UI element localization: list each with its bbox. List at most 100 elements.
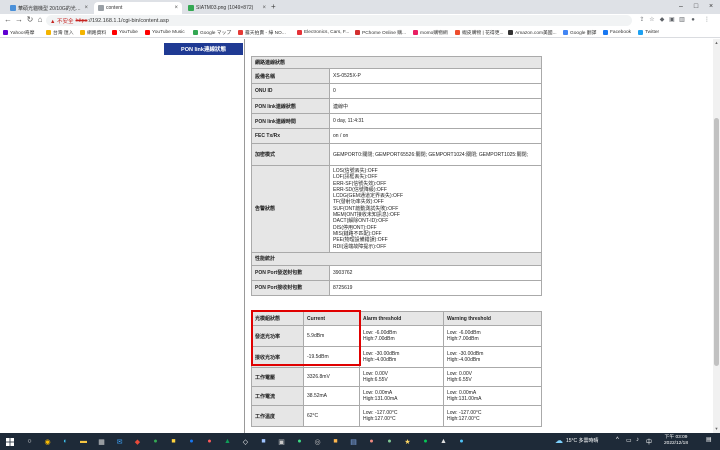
app-icon[interactable]: ● bbox=[150, 436, 161, 447]
bookmark-item[interactable]: 露天拍賣 - 綠 NO... bbox=[238, 28, 286, 37]
app-icon[interactable]: ★ bbox=[402, 436, 413, 447]
threshold-high: High:131.00mA bbox=[363, 396, 398, 402]
table-row: PON link連線時間 0 day, 11:4:31 bbox=[251, 113, 542, 129]
close-icon[interactable]: × bbox=[84, 5, 88, 11]
app-icon[interactable]: ◇ bbox=[240, 436, 251, 447]
amazon-icon bbox=[508, 30, 513, 35]
url-text: https://192.168.1.1/cgi-bin/content.asp bbox=[75, 18, 168, 24]
shopee-icon bbox=[455, 30, 460, 35]
bookmark-item[interactable]: momo購物網 bbox=[413, 28, 448, 37]
app-icon[interactable]: ● bbox=[384, 436, 395, 447]
not-secure-indicator[interactable]: ▲ 不安全 bbox=[50, 17, 73, 25]
profile-icon[interactable]: ● bbox=[689, 16, 697, 24]
tab-2-active[interactable]: content × bbox=[94, 2, 182, 14]
table-row: 發送光功率 5.9dBm Low: -6.00dBm High:7.00dBm L… bbox=[251, 325, 542, 347]
app-icon[interactable]: ● bbox=[294, 436, 305, 447]
bookmark-item[interactable]: PChome Online 購... bbox=[355, 28, 406, 37]
extension-icon[interactable]: ◆ bbox=[658, 16, 666, 24]
app-icon[interactable]: ● bbox=[186, 436, 197, 447]
back-icon[interactable]: ← bbox=[3, 15, 13, 25]
bookmark-item[interactable]: 台灣 匯入 bbox=[46, 28, 74, 37]
table-row: 工作電流 38.52mA Low: 0.00mA High:131.00mA Lo… bbox=[251, 386, 542, 406]
bookmark-item[interactable]: Amazon.com美國... bbox=[508, 28, 557, 37]
bookmark-item[interactable]: Yahoo!奇摩 bbox=[3, 28, 34, 37]
edge-icon[interactable]: ◐ bbox=[60, 436, 71, 447]
app-icon[interactable]: ● bbox=[456, 436, 467, 447]
bookmark-item[interactable]: Facebook bbox=[603, 28, 631, 37]
menu-icon[interactable]: ⋮ bbox=[703, 16, 711, 24]
new-tab-button[interactable]: + bbox=[271, 2, 276, 11]
url-path: ://192.168.1.1/cgi-bin/content.asp bbox=[87, 17, 169, 24]
momo-icon bbox=[413, 30, 418, 35]
bookmark-label: Twitter bbox=[645, 30, 660, 35]
network-icon[interactable]: ▭ bbox=[626, 437, 632, 444]
extensions-puzzle-icon[interactable]: ▣ bbox=[668, 16, 676, 24]
temperature-current: 62°C bbox=[303, 405, 360, 427]
close-icon[interactable]: × bbox=[174, 5, 178, 11]
notification-icon[interactable]: ▤ bbox=[706, 436, 712, 443]
bookmark-item[interactable]: Twitter bbox=[638, 28, 659, 37]
performance-heading: 性能統計 bbox=[251, 251, 542, 266]
app-icon[interactable]: ◎ bbox=[312, 436, 323, 447]
alarm-status-list: LOS(信號丟失):OFF LOF(訊框丟失):OFF ERR-SF(信號失效)… bbox=[329, 165, 542, 253]
taskbar-clock[interactable]: 下午 03:09 2022/12/18 bbox=[664, 435, 688, 447]
optic-header-status: 光模組狀態 bbox=[251, 311, 304, 326]
app-icon[interactable]: ▲ bbox=[222, 436, 233, 447]
onu-id-value: 0 bbox=[329, 83, 542, 99]
bookmark-item[interactable]: 蝦皮購物 | 花得更... bbox=[455, 28, 504, 37]
tab-1[interactable]: 華碩光貓機型 20/10G的光貓話... × bbox=[6, 2, 92, 14]
start-icon[interactable] bbox=[4, 436, 15, 447]
temperature-warning: Low: -127.00°C High:127.00°C bbox=[443, 405, 542, 427]
app-icon[interactable]: ■ bbox=[168, 436, 179, 447]
reload-icon[interactable]: ↻ bbox=[25, 15, 35, 25]
bookmark-star-icon[interactable]: ☆ bbox=[648, 16, 656, 24]
app-icon[interactable]: ▣ bbox=[276, 436, 287, 447]
bookmark-item[interactable]: Google マップ bbox=[193, 28, 231, 37]
maximize-button[interactable]: □ bbox=[689, 1, 703, 13]
bookmark-item[interactable]: Google 翻譯 bbox=[563, 28, 596, 37]
tray-chevron-icon[interactable]: ^ bbox=[616, 437, 619, 443]
table-row: 工作溫度 62°C Low: -127.00°C High:127.00°C Lo… bbox=[251, 405, 542, 427]
chrome-icon[interactable]: ◉ bbox=[42, 436, 53, 447]
language-icon[interactable]: 中 bbox=[646, 437, 652, 446]
search-icon[interactable]: ○ bbox=[24, 436, 35, 447]
mail-icon[interactable]: ✉ bbox=[114, 436, 125, 447]
sidebar-icon[interactable]: ▥ bbox=[678, 16, 686, 24]
minimize-button[interactable]: – bbox=[674, 1, 688, 13]
share-icon[interactable]: ⇪ bbox=[638, 16, 646, 24]
scroll-up-icon[interactable]: ▲ bbox=[713, 40, 720, 46]
store-icon[interactable]: ▦ bbox=[96, 436, 107, 447]
tab-3[interactable]: SIATM03.png (1049×872) × bbox=[184, 2, 270, 14]
bookmark-label: Yahoo!奇摩 bbox=[10, 31, 35, 36]
file-explorer-icon[interactable]: ▬ bbox=[78, 436, 89, 447]
fec-label: FEC Tx/Rx bbox=[251, 128, 330, 144]
app-icon[interactable]: ● bbox=[366, 436, 377, 447]
bookmark-item[interactable]: Electronics, Cars, F... bbox=[297, 28, 349, 37]
fec-value: on / on bbox=[329, 128, 542, 144]
office-icon[interactable]: ◆ bbox=[132, 436, 143, 447]
device-name-label: 設備名稱 bbox=[251, 68, 330, 84]
line-icon[interactable]: ● bbox=[420, 436, 431, 447]
scroll-down-icon[interactable]: ▼ bbox=[713, 426, 720, 432]
app-icon[interactable]: ■ bbox=[330, 436, 341, 447]
forward-icon[interactable]: → bbox=[14, 15, 24, 25]
home-icon[interactable]: ⌂ bbox=[35, 15, 45, 25]
weather-text[interactable]: 15°C 多雲時晴 bbox=[566, 437, 599, 444]
close-window-button[interactable]: × bbox=[704, 1, 718, 13]
volume-icon[interactable]: ♪ bbox=[636, 437, 639, 443]
tab-favicon bbox=[188, 5, 194, 11]
app-icon[interactable]: ● bbox=[204, 436, 215, 447]
app-icon[interactable]: ▤ bbox=[348, 436, 359, 447]
close-icon[interactable]: × bbox=[262, 5, 266, 11]
bookmark-item[interactable]: 網路資料 bbox=[80, 28, 106, 37]
bookmark-item[interactable]: YouTube bbox=[112, 28, 138, 37]
address-bar[interactable]: ▲ 不安全 https://192.168.1.1/cgi-bin/conten… bbox=[46, 15, 632, 26]
bookmark-label: 台灣 匯入 bbox=[53, 31, 74, 36]
alarm-item: RDI(遠端故障提示):OFF bbox=[333, 243, 387, 250]
scrollbar-thumb[interactable] bbox=[714, 118, 719, 366]
weather-icon[interactable]: ☁ bbox=[555, 436, 563, 445]
sidebar-menu-pon-link[interactable]: PON link連線狀態 bbox=[164, 43, 243, 55]
app-icon[interactable]: ▲ bbox=[438, 436, 449, 447]
bookmark-item[interactable]: YouTube Music bbox=[145, 28, 185, 37]
app-icon[interactable]: ■ bbox=[258, 436, 269, 447]
